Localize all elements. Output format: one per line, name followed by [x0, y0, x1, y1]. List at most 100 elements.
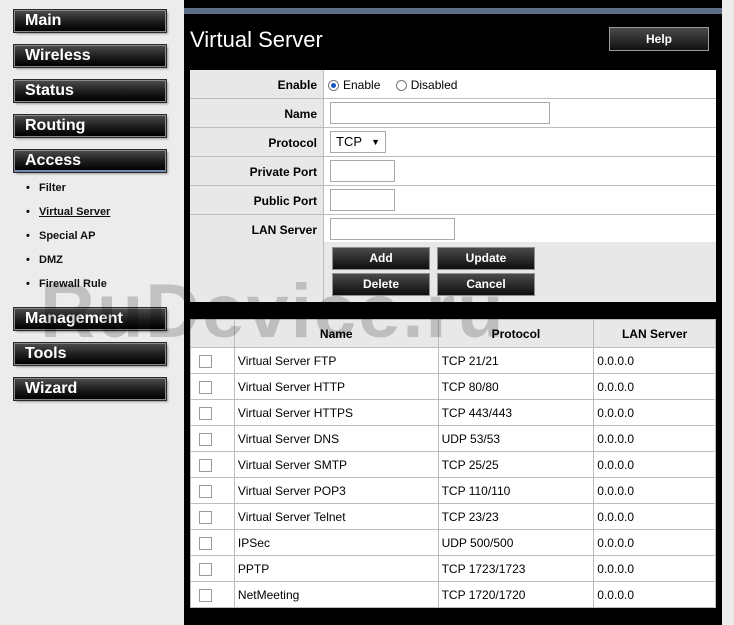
row-protocol: UDP 53/53 [437, 425, 595, 452]
row-protocol: UDP 500/500 [437, 529, 595, 556]
name-row: Name [190, 99, 716, 128]
subnav-firewall-rule[interactable]: • Firewall Rule [26, 278, 166, 290]
nav-wizard[interactable]: Wizard [13, 377, 167, 401]
dropdown-caret-icon: ▼ [371, 137, 380, 147]
nav-main[interactable]: Main [13, 9, 167, 33]
enable-row: Enable Enable Disabled [190, 70, 716, 99]
row-name: Virtual Server HTTPS [233, 399, 439, 426]
bullet-icon: • [26, 206, 30, 218]
row-checkbox[interactable] [199, 406, 212, 420]
row-protocol: TCP 21/21 [437, 347, 595, 374]
disabled-option-label: Disabled [410, 78, 458, 92]
row-checkbox[interactable] [199, 510, 212, 524]
row-checkbox[interactable] [199, 562, 212, 576]
bullet-icon: • [26, 254, 30, 266]
row-checkbox[interactable] [199, 536, 212, 550]
row-lan-server: 0.0.0.0 [593, 451, 716, 478]
row-lan-server: 0.0.0.0 [593, 477, 716, 504]
bullet-icon: • [26, 278, 30, 290]
row-name: IPSec [233, 529, 439, 556]
row-lan-server: 0.0.0.0 [593, 347, 716, 374]
public-port-row: Public Port [190, 186, 716, 215]
lan-server-label: LAN Server [190, 215, 324, 243]
row-protocol: TCP 1720/1720 [437, 581, 595, 608]
table-row: Virtual Server POP3 TCP 110/110 0.0.0.0 [190, 477, 716, 504]
subnav-filter[interactable]: • Filter [26, 182, 166, 194]
subnav-filter-label: Filter [39, 182, 66, 194]
row-select-cell [190, 503, 235, 530]
subnav-dmz[interactable]: • DMZ [26, 254, 166, 266]
row-lan-server: 0.0.0.0 [593, 529, 716, 556]
table-row: Virtual Server FTP TCP 21/21 0.0.0.0 [190, 347, 716, 374]
row-select-cell [190, 555, 235, 582]
lan-server-column-header: LAN Server [593, 319, 716, 348]
row-checkbox[interactable] [199, 484, 212, 498]
protocol-select[interactable]: TCP ▼ [330, 131, 386, 153]
sidebar: Main Wireless Status Routing Access • Fil… [0, 0, 180, 625]
enable-options: Enable Disabled [328, 70, 457, 98]
subnav-virtual-server[interactable]: • Virtual Server [26, 206, 166, 218]
row-protocol: TCP 23/23 [437, 503, 595, 530]
table-row: Virtual Server DNS UDP 53/53 0.0.0.0 [190, 425, 716, 452]
row-checkbox[interactable] [199, 588, 212, 602]
subnav-dmz-label: DMZ [39, 254, 63, 266]
page-title: Virtual Server [190, 27, 323, 52]
subnav-special-ap[interactable]: • Special AP [26, 230, 166, 242]
row-name: Virtual Server HTTP [233, 373, 439, 400]
row-name: PPTP [233, 555, 439, 582]
lan-server-input[interactable] [330, 218, 455, 240]
nav-tools[interactable]: Tools [13, 342, 167, 366]
row-protocol: TCP 80/80 [437, 373, 595, 400]
enable-radio[interactable]: Enable [328, 78, 380, 92]
add-button[interactable]: Add [332, 247, 430, 270]
public-port-label: Public Port [190, 186, 324, 214]
virtual-server-form: Enable Enable Disabled Name Protocol TCP… [190, 70, 716, 302]
delete-button[interactable]: Delete [332, 273, 430, 296]
nav-management[interactable]: Management [13, 307, 167, 331]
update-button[interactable]: Update [437, 247, 535, 270]
row-lan-server: 0.0.0.0 [593, 503, 716, 530]
form-actions: Add Update Delete Cancel [190, 242, 716, 302]
enable-option-label: Enable [343, 78, 381, 92]
row-protocol: TCP 1723/1723 [437, 555, 595, 582]
row-checkbox[interactable] [199, 458, 212, 472]
row-checkbox[interactable] [199, 380, 212, 394]
protocol-value: TCP [336, 134, 362, 149]
private-port-row: Private Port [190, 157, 716, 186]
radio-unselected-icon [395, 80, 407, 91]
subnav-firewall-rule-label: Firewall Rule [39, 278, 107, 290]
select-column-header [190, 319, 235, 348]
cancel-button[interactable]: Cancel [437, 273, 535, 296]
row-name: Virtual Server Telnet [233, 503, 439, 530]
header-strip [184, 8, 722, 14]
row-name: Virtual Server SMTP [233, 451, 439, 478]
private-port-input[interactable] [330, 160, 395, 182]
row-name: Virtual Server POP3 [233, 477, 439, 504]
row-checkbox[interactable] [199, 432, 212, 446]
disabled-radio[interactable]: Disabled [395, 78, 458, 92]
nav-status[interactable]: Status [13, 79, 167, 103]
row-select-cell [190, 477, 235, 504]
row-name: NetMeeting [233, 581, 439, 608]
virtual-server-table: Name Protocol LAN Server Virtual Server … [190, 319, 716, 608]
bullet-icon: • [26, 230, 30, 242]
nav-access[interactable]: Access [13, 149, 167, 173]
nav-routing[interactable]: Routing [13, 114, 167, 138]
table-row: Virtual Server HTTPS TCP 443/443 0.0.0.0 [190, 399, 716, 426]
row-select-cell [190, 347, 235, 374]
name-input[interactable] [330, 102, 550, 124]
row-lan-server: 0.0.0.0 [593, 555, 716, 582]
row-protocol: TCP 110/110 [437, 477, 595, 504]
public-port-input[interactable] [330, 189, 395, 211]
table-row: NetMeeting TCP 1720/1720 0.0.0.0 [190, 581, 716, 608]
help-button[interactable]: Help [609, 27, 709, 51]
protocol-column-header: Protocol [437, 319, 595, 348]
main-panel: Virtual Server Help Enable Enable Disabl… [184, 0, 722, 625]
row-checkbox[interactable] [199, 354, 212, 368]
row-select-cell [190, 581, 235, 608]
bullet-icon: • [26, 182, 30, 194]
subnav-special-ap-label: Special AP [39, 230, 96, 242]
nav-wireless[interactable]: Wireless [13, 44, 167, 68]
table-row: PPTP TCP 1723/1723 0.0.0.0 [190, 555, 716, 582]
row-select-cell [190, 451, 235, 478]
